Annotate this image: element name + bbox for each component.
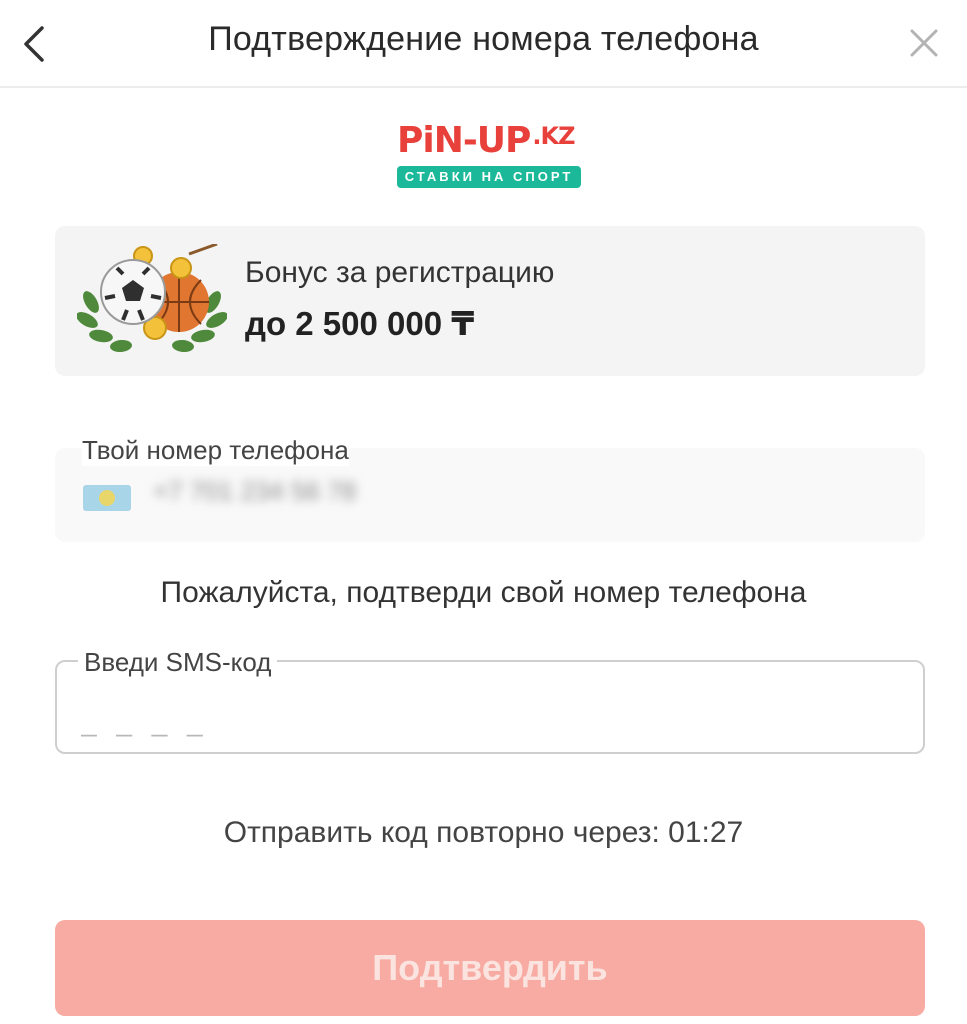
phone-value: +7 701 234 56 78 [153, 476, 357, 506]
close-icon [910, 29, 938, 57]
bonus-title: Бонус за регистрацию [245, 256, 555, 289]
brand-logo: PiN-UP.KZ СТАВКИ НА СПОРТ [395, 120, 585, 190]
bonus-banner: Бонус за регистрацию до 2 500 000 ₸ [55, 226, 925, 376]
header: Подтверждение номера телефона [0, 0, 967, 88]
flag-sun [99, 490, 115, 506]
logo-tagline: СТАВКИ НА СПОРТ [397, 166, 581, 188]
close-button[interactable] [903, 22, 945, 64]
sports-balls-laurel-icon [77, 244, 227, 353]
bonus-amount: до 2 500 000 ₸ [245, 305, 475, 342]
page-title: Подтверждение номера телефона [208, 20, 759, 58]
sms-code-input[interactable] [81, 702, 901, 742]
confirm-instruction: Пожалуйста, подтверди свой номер телефон… [160, 576, 807, 609]
phone-field-label: Твой номер телефона [82, 435, 349, 466]
resend-countdown: Отправить код повторно через: 01:27 [223, 816, 744, 849]
logo-tld: .KZ [532, 122, 575, 150]
logo-brand: PiN-UP [397, 120, 531, 161]
kazakhstan-flag-icon [83, 485, 131, 511]
confirm-button[interactable]: Подтвердить [55, 920, 925, 1016]
sms-code-label: Введи SMS-код [78, 647, 278, 678]
logo-wordmark: PiN-UP.KZ [397, 120, 576, 161]
